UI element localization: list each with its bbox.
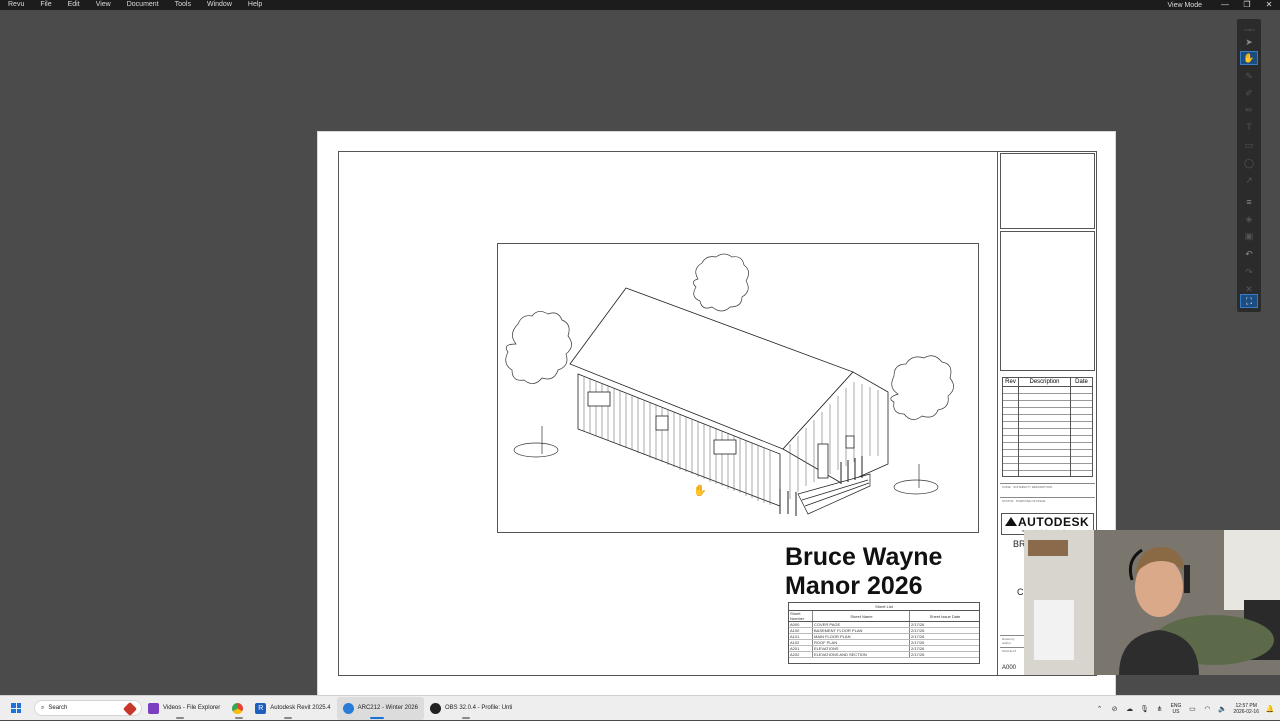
close-button[interactable]: ✕ xyxy=(1258,0,1280,10)
app-menu-revu[interactable]: Revu xyxy=(0,0,32,10)
window xyxy=(655,415,669,431)
windows-start-icon[interactable] xyxy=(8,700,24,716)
language-indicator[interactable]: ENG US xyxy=(1171,703,1182,715)
menu-window[interactable]: Window xyxy=(199,0,240,10)
notification-bell-icon[interactable]: 🔔 xyxy=(1266,705,1275,713)
search-input: Search xyxy=(48,705,68,711)
view-mode-button[interactable]: View Mode xyxy=(1155,2,1214,9)
search-icon: ⌕ xyxy=(41,704,45,711)
sheet-list-table: Sheet List Sheet Number Sheet Name Sheet… xyxy=(788,602,980,664)
window xyxy=(845,435,855,449)
tree-left xyxy=(505,311,572,384)
revision-table: Rev Description Date xyxy=(1002,377,1093,477)
sheet-list-title: Sheet List xyxy=(789,603,979,611)
undo-tool-icon[interactable]: ↶ xyxy=(1240,247,1258,261)
obs-icon xyxy=(430,702,441,714)
taskbar-app-file-explorer[interactable]: Videos - File Explorer xyxy=(142,697,226,720)
chevron-up-icon[interactable]: ⌃ xyxy=(1096,705,1104,713)
pan-tool-icon[interactable]: ✋ xyxy=(1240,51,1258,65)
revit-icon: R xyxy=(255,702,267,714)
clock[interactable]: 12:57 PM 2026-02-16 xyxy=(1233,703,1259,715)
taskbar-app-revu[interactable]: ARC212 - Winter 2026 xyxy=(336,696,424,720)
menu-tools[interactable]: Tools xyxy=(167,0,199,10)
chrome-icon xyxy=(232,702,244,714)
drawing-sheet[interactable]: ✋ Rev Description Date CODE SUITABILITY … xyxy=(317,131,1116,696)
highlight-tool-icon[interactable]: ✐ xyxy=(1240,86,1258,100)
select-tool-icon[interactable]: ➤ xyxy=(1240,35,1258,49)
menu-edit[interactable]: Edit xyxy=(60,0,88,10)
restore-button[interactable]: ❐ xyxy=(1236,0,1258,10)
title-block-box-top xyxy=(1000,153,1095,229)
display-icon[interactable]: ▭ xyxy=(1188,705,1196,713)
table-row: A202 ELEVATIONS AND SECTION 2/17/26 xyxy=(789,652,979,658)
sheet-number: A000 xyxy=(1002,665,1017,671)
sheet-list-header: Sheet Number Sheet Name Sheet Issue Date xyxy=(789,611,979,622)
isometric-view: ✋ xyxy=(497,243,979,533)
volume-icon[interactable]: 🔈 xyxy=(1218,705,1227,713)
window xyxy=(713,439,737,455)
taskbar-app-chrome[interactable] xyxy=(226,697,249,720)
menu-view[interactable]: View xyxy=(88,0,119,10)
wifi-icon[interactable]: ◠ xyxy=(1203,705,1211,713)
webcam-overlay xyxy=(1024,530,1280,675)
door xyxy=(817,443,829,479)
autodesk-mark-icon xyxy=(1005,517,1017,526)
eraser-tool-icon[interactable]: ✏ xyxy=(1240,103,1258,117)
color-tool-icon[interactable]: ◈ xyxy=(1240,212,1258,226)
taskbar-app-obs[interactable]: OBS 32.0.4 - Profile: Unti xyxy=(424,697,518,720)
status-field: STATUS PURPOSE OF ISSUE xyxy=(1000,497,1095,510)
window xyxy=(587,391,611,407)
taskbar: ⌕ Search Videos - File Explorer R Autode… xyxy=(0,695,1280,720)
menu-help[interactable]: Help xyxy=(240,0,270,10)
taskbar-search[interactable]: ⌕ Search xyxy=(34,700,142,717)
tree-right xyxy=(890,355,954,420)
menu-file[interactable]: File xyxy=(32,0,59,10)
cloud-icon[interactable]: ☁ xyxy=(1126,705,1134,713)
minimize-button[interactable]: — xyxy=(1214,0,1236,10)
tree-back xyxy=(693,253,749,312)
code-field: CODE SUITABILITY DESCRIPTION xyxy=(1000,483,1095,496)
line-weight-tool-icon[interactable]: ≡ xyxy=(1240,195,1258,209)
text-tool-icon[interactable]: T xyxy=(1240,120,1258,134)
network-icon[interactable]: ⋔ xyxy=(1156,705,1164,713)
description-header: Description xyxy=(1018,378,1070,386)
title-block-box-middle xyxy=(1000,231,1095,371)
title-partial: C xyxy=(1017,587,1024,597)
arrow-tool-icon[interactable]: ↗ xyxy=(1240,173,1258,187)
project-title: Bruce Wayne Manor 2026 xyxy=(785,543,943,600)
entry-stairs xyxy=(797,473,871,515)
pen-tool-icon[interactable]: ✎ xyxy=(1240,69,1258,83)
menu-document[interactable]: Document xyxy=(119,0,167,10)
maple-leaf-icon xyxy=(122,701,138,717)
redo-tool-icon[interactable]: ↷ xyxy=(1240,265,1258,279)
house-drawing: ✋ xyxy=(505,253,954,516)
security-icon[interactable]: ⊘ xyxy=(1111,705,1119,713)
menu-bar: Revu File Edit View Document Tools Windo… xyxy=(0,0,1280,10)
rectangle-tool-icon[interactable]: ▭ xyxy=(1240,138,1258,152)
presenter-video xyxy=(1024,530,1280,675)
rev-header: Rev xyxy=(1005,379,1016,385)
stamp-tool-icon[interactable]: ▣ xyxy=(1240,229,1258,243)
taskbar-app-revit[interactable]: R Autodesk Revit 2025.4 xyxy=(249,697,336,720)
microphone-icon[interactable]: 🎙 xyxy=(1140,705,1149,713)
fit-screen-tool-icon[interactable]: ⛶ xyxy=(1240,294,1258,308)
hand-cursor-icon: ✋ xyxy=(693,484,707,497)
markup-toolbar: ⋯⋯ ➤ ✋ ✎ ✐ ✏ T ▭ ◯ ↗ ≡ ◈ ▣ ↶ ↷ ✕ ⛶ xyxy=(1237,19,1261,312)
system-tray: ⌃ ⊘ ☁ 🎙 ⋔ ENG US ▭ ◠ 🔈 12:57 PM 2026-02-… xyxy=(1096,696,1275,721)
ellipse-tool-icon[interactable]: ◯ xyxy=(1240,156,1258,170)
bluebeam-icon xyxy=(342,702,354,714)
video-folder-icon xyxy=(148,702,159,714)
date-header: Date xyxy=(1070,378,1092,386)
